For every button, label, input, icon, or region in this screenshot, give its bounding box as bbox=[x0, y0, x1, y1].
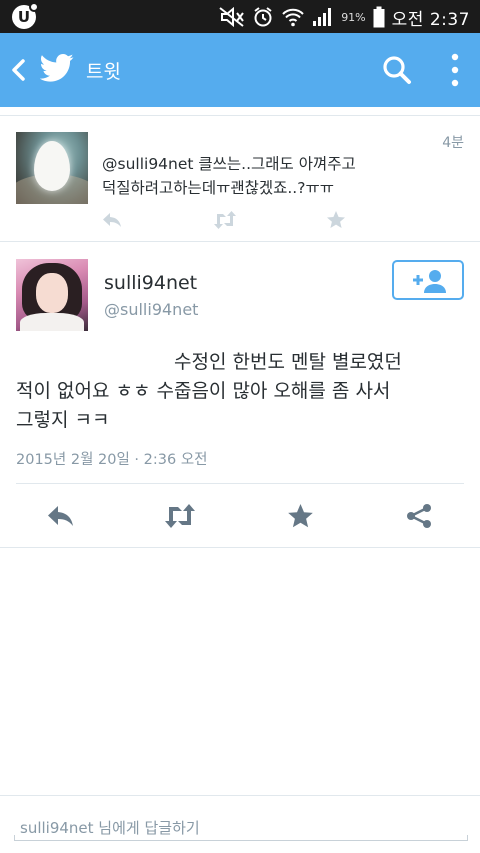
divider bbox=[16, 483, 464, 484]
battery-percent: 91% bbox=[341, 10, 366, 24]
page-title: 트윗 bbox=[86, 61, 121, 83]
favorite-icon[interactable] bbox=[287, 502, 314, 530]
user-name[interactable]: sulli94net bbox=[104, 272, 197, 294]
tweet-timestamp: 2015년 2월 20일 · 2:36 오전 bbox=[16, 452, 208, 468]
egg-icon bbox=[34, 141, 70, 191]
tweet-time: 4분 bbox=[442, 135, 464, 151]
status-icons: 91% 오전 2:37 bbox=[219, 5, 470, 30]
twitter-bird-icon bbox=[40, 53, 74, 82]
follow-button[interactable] bbox=[392, 260, 464, 300]
status-clock: 오전 2:37 bbox=[391, 9, 470, 30]
divider bbox=[0, 547, 480, 548]
avatar[interactable] bbox=[16, 132, 88, 204]
search-icon[interactable] bbox=[382, 55, 412, 85]
reply-bar bbox=[0, 795, 480, 853]
app-notification-icon: U bbox=[12, 2, 39, 29]
back-icon[interactable] bbox=[8, 57, 30, 83]
favorite-icon[interactable] bbox=[326, 210, 346, 230]
alarm-icon bbox=[254, 7, 272, 27]
reply-input[interactable] bbox=[20, 814, 468, 842]
user-handle[interactable]: @sulli94net bbox=[104, 300, 198, 319]
avatar[interactable] bbox=[16, 259, 88, 331]
signal-icon bbox=[313, 8, 332, 26]
overflow-menu-icon[interactable] bbox=[448, 53, 462, 87]
parent-tweet[interactable]: 4분 @sulli94net 클쓰는..그래도 아껴주고 덕질하려고하는데ㅠ괜찮… bbox=[0, 116, 480, 242]
battery-icon bbox=[373, 6, 385, 28]
reply-icon[interactable] bbox=[45, 502, 75, 530]
add-user-icon bbox=[413, 270, 446, 293]
retweet-icon[interactable] bbox=[212, 210, 238, 230]
share-icon[interactable] bbox=[405, 502, 433, 530]
app-bar: 트윗 bbox=[0, 33, 480, 107]
mute-icon bbox=[219, 7, 244, 27]
status-bar: U 91% 오전 2:37 bbox=[0, 0, 480, 33]
tweet-text: 수정인 한번도 멘탈 별로였던 적이 없어요 ㅎㅎ 수줍음이 많아 오해를 좀 … bbox=[16, 351, 402, 431]
reply-icon[interactable] bbox=[101, 210, 123, 230]
input-underline bbox=[14, 835, 468, 841]
wifi-icon bbox=[282, 8, 304, 27]
retweet-icon[interactable] bbox=[162, 502, 198, 530]
tweet-text: @sulli94net 클쓰는..그래도 아껴주고 덕질하려고하는데ㅠ괜찮겠죠.… bbox=[102, 155, 356, 197]
